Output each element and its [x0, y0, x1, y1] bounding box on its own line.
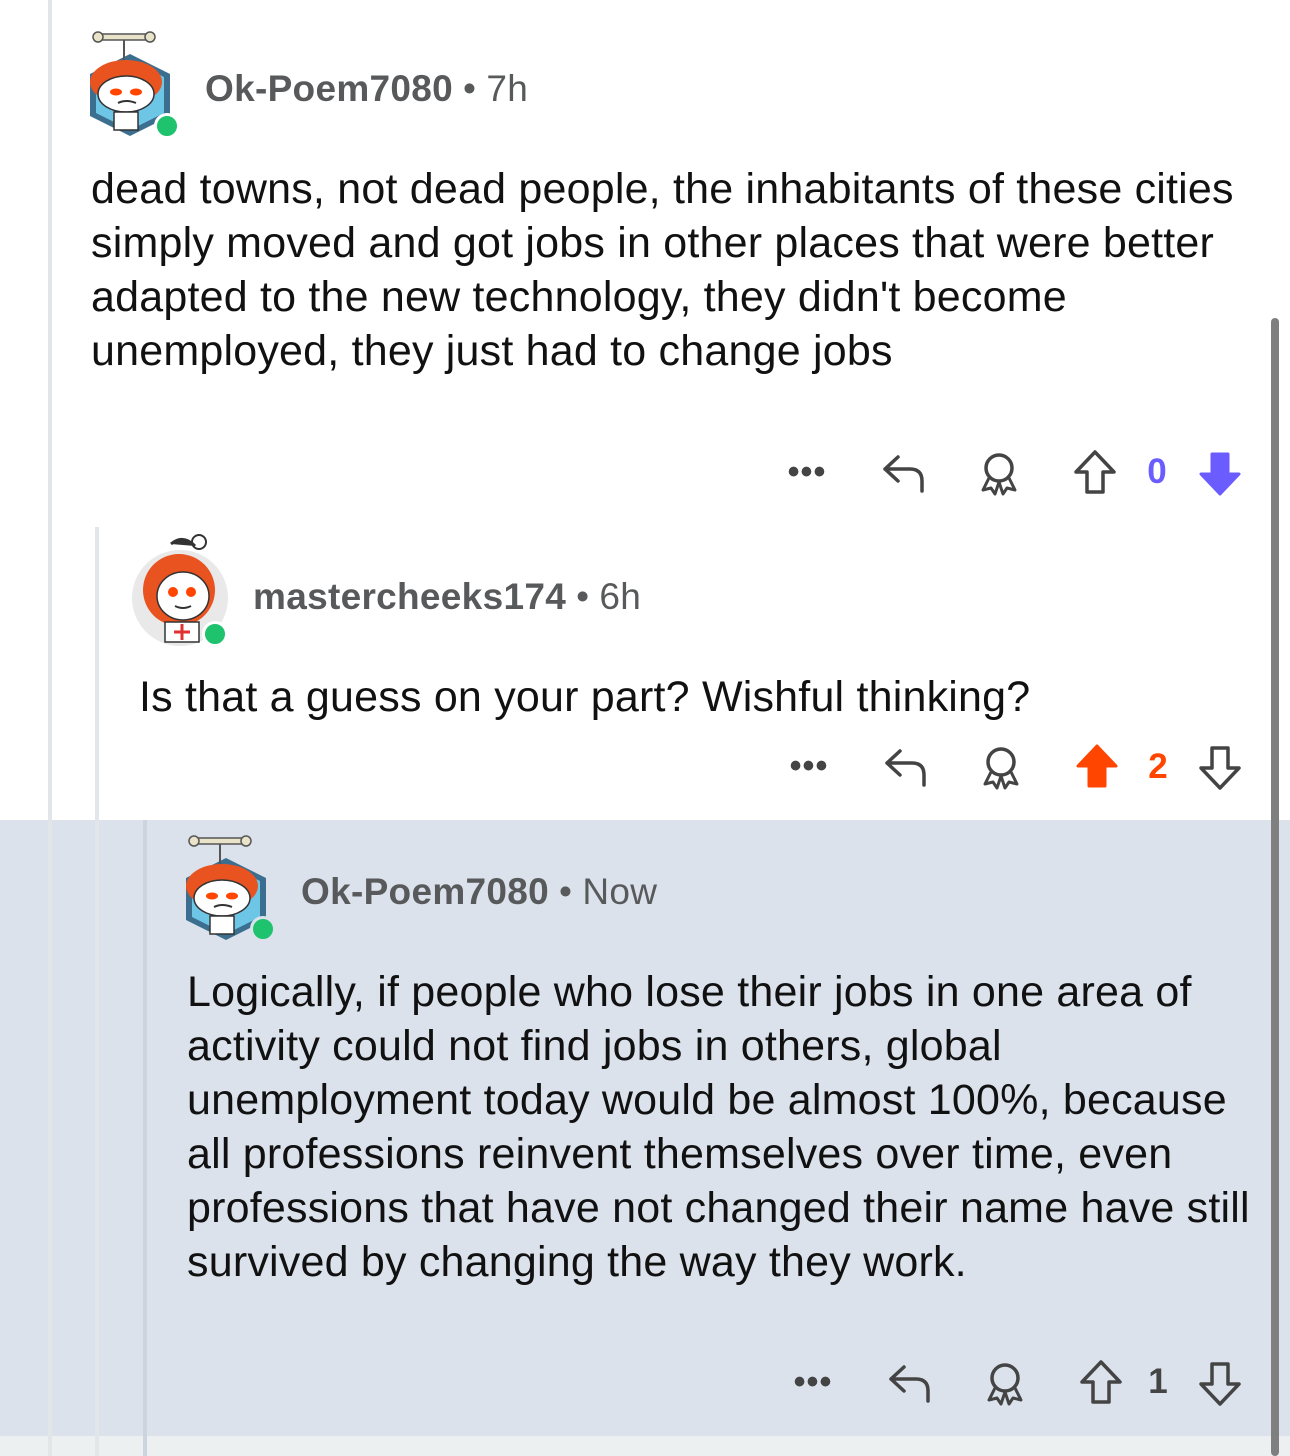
upvote-icon[interactable] [1068, 446, 1122, 500]
meta-separator: • [463, 68, 477, 109]
scrollbar[interactable] [1271, 318, 1279, 1456]
username[interactable]: Ok-Poem7080 [301, 871, 549, 912]
username[interactable]: mastercheeks174 [253, 576, 566, 617]
reply-icon[interactable] [882, 1358, 936, 1408]
downvote-icon[interactable] [1193, 446, 1247, 500]
username[interactable]: Ok-Poem7080 [205, 68, 453, 109]
more-icon[interactable]: ••• [784, 746, 834, 786]
timestamp: 6h [599, 576, 642, 617]
thread-line-level-1[interactable] [48, 0, 52, 1456]
award-icon[interactable] [972, 448, 1026, 498]
award-icon[interactable] [978, 1358, 1032, 1408]
downvote-icon[interactable] [1193, 740, 1247, 794]
vote-count: 1 [1148, 1362, 1168, 1401]
downvote-icon[interactable] [1193, 1356, 1247, 1410]
vote-count: 0 [1147, 452, 1167, 491]
upvote-icon[interactable] [1074, 1356, 1128, 1410]
comment-body: dead towns, not dead people, the inhabit… [91, 165, 1234, 375]
comment-body: Is that a guess on your part? Wishful th… [139, 673, 1031, 721]
bottom-strip [0, 1436, 1290, 1456]
meta-separator: • [559, 871, 573, 912]
comment-meta: Ok-Poem7080 • 7h [205, 68, 528, 110]
award-icon[interactable] [974, 742, 1028, 792]
vote-count: 2 [1148, 747, 1168, 786]
online-status-icon [154, 113, 180, 139]
thread-line-level-3[interactable] [143, 820, 147, 1456]
meta-separator: • [576, 576, 590, 617]
more-icon[interactable]: ••• [782, 452, 832, 492]
comment-meta: Ok-Poem7080 • Now [301, 871, 657, 913]
more-icon[interactable]: ••• [788, 1362, 838, 1402]
reply-icon[interactable] [876, 448, 930, 498]
online-status-icon [202, 621, 228, 647]
comment-body: Logically, if people who lose their jobs… [187, 968, 1250, 1286]
upvote-icon[interactable] [1070, 740, 1124, 794]
reply-icon[interactable] [878, 742, 932, 792]
timestamp: 7h [486, 68, 529, 109]
comment-meta: mastercheeks174 • 6h [253, 576, 641, 618]
timestamp: Now [582, 871, 658, 912]
thread-line-level-2[interactable] [95, 527, 99, 1456]
online-status-icon [250, 916, 276, 942]
